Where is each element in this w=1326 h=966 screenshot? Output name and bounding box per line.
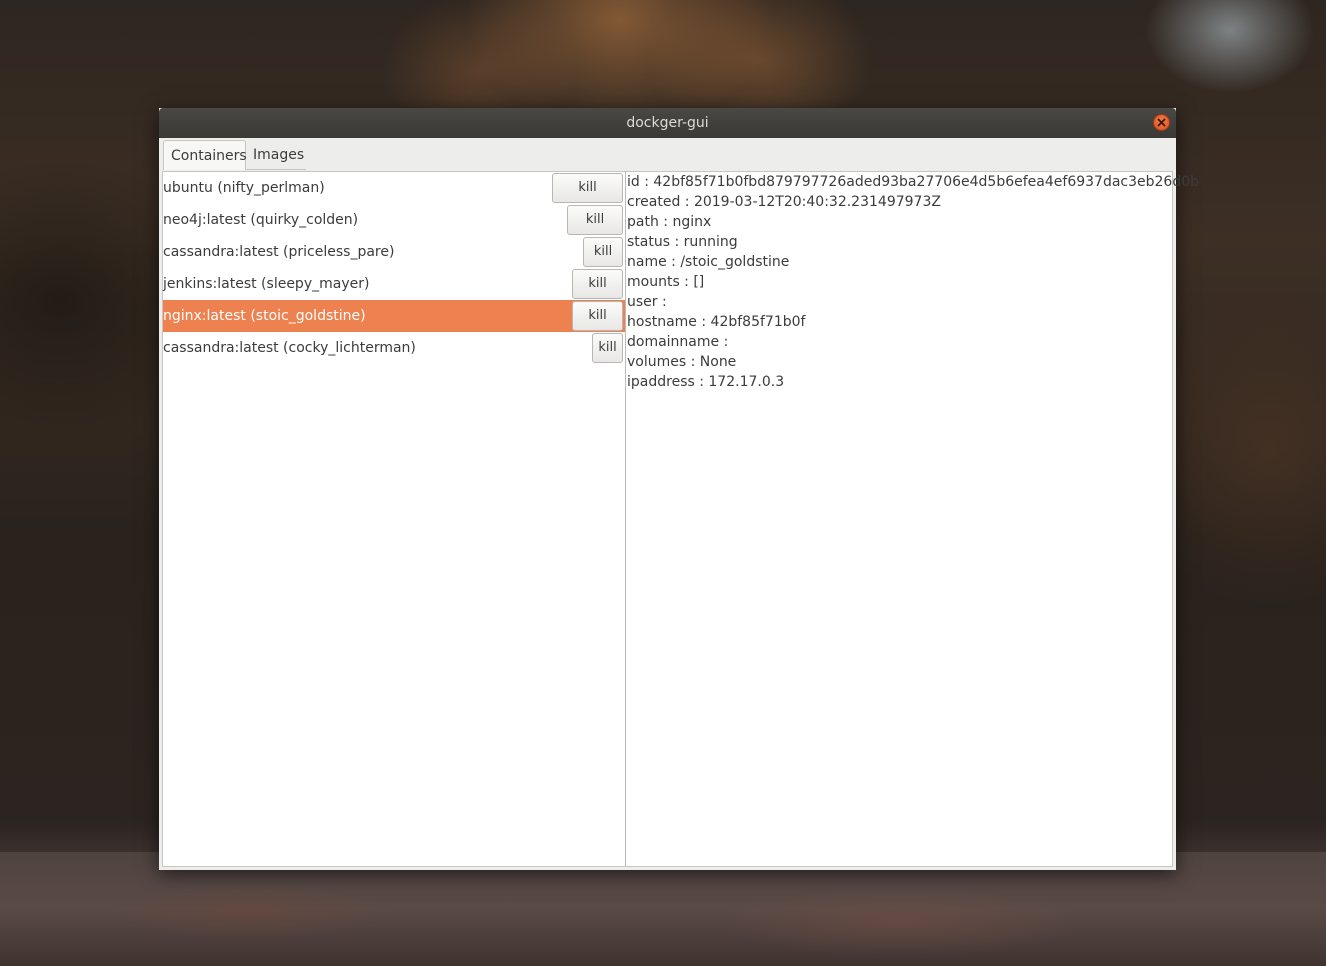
detail-path: path : nginx (627, 214, 712, 230)
detail-name: name : /stoic_goldstine (627, 254, 790, 270)
detail-volumes: volumes : None (627, 354, 737, 370)
kill-button[interactable]: kill (572, 301, 623, 331)
container-row[interactable]: ubuntu (nifty_perlman) kill (163, 172, 625, 204)
container-row[interactable]: jenkins:latest (sleepy_mayer) kill (163, 268, 625, 300)
detail-id: id : 42bf85f71b0fbd879797726aded93ba2770… (627, 174, 1200, 190)
detail-status: status : running (627, 234, 738, 250)
detail-domainname: domainname : (627, 334, 729, 350)
container-label: cassandra:latest (priceless_pare) (163, 244, 395, 260)
container-label: jenkins:latest (sleepy_mayer) (163, 276, 370, 292)
app-window: dockger-gui Containers Images ubuntu (ni… (159, 108, 1199, 870)
container-row[interactable]: neo4j:latest (quirky_colden) kill (163, 204, 625, 236)
container-label: neo4j:latest (quirky_colden) (163, 212, 359, 228)
container-label: nginx:latest (stoic_goldstine) (163, 308, 366, 324)
detail-hostname: hostname : 42bf85f71b0f (627, 314, 806, 330)
kill-button[interactable]: kill (592, 333, 623, 363)
container-list[interactable]: ubuntu (nifty_perlman) kill neo4j:latest… (163, 172, 626, 866)
container-details: id : 42bf85f71b0fbd879797726aded93ba2770… (626, 172, 1199, 866)
tab-images[interactable]: Images (246, 140, 306, 170)
tab-bar: Containers Images (159, 138, 1176, 171)
container-row-selected[interactable]: nginx:latest (stoic_goldstine) kill (163, 300, 625, 332)
detail-user: user : (627, 294, 667, 310)
container-row[interactable]: cassandra:latest (priceless_pare) kill (163, 236, 625, 268)
kill-button[interactable]: kill (583, 237, 623, 267)
kill-button[interactable]: kill (552, 173, 623, 203)
container-label: ubuntu (nifty_perlman) (163, 180, 325, 196)
detail-ipaddress: ipaddress : 172.17.0.3 (627, 374, 785, 390)
kill-button[interactable]: kill (567, 205, 623, 235)
close-icon[interactable] (1153, 114, 1170, 131)
tab-content: ubuntu (nifty_perlman) kill neo4j:latest… (162, 171, 1199, 867)
detail-created: created : 2019-03-12T20:40:32.231497973Z (627, 194, 941, 210)
window-title: dockger-gui (626, 115, 709, 131)
titlebar[interactable]: dockger-gui (159, 108, 1176, 138)
container-label: cassandra:latest (cocky_lichterman) (163, 340, 416, 356)
detail-mounts: mounts : [] (627, 274, 705, 290)
container-row[interactable]: cassandra:latest (cocky_lichterman) kill (163, 332, 625, 364)
kill-button[interactable]: kill (572, 269, 623, 299)
tab-containers[interactable]: Containers (163, 140, 247, 170)
